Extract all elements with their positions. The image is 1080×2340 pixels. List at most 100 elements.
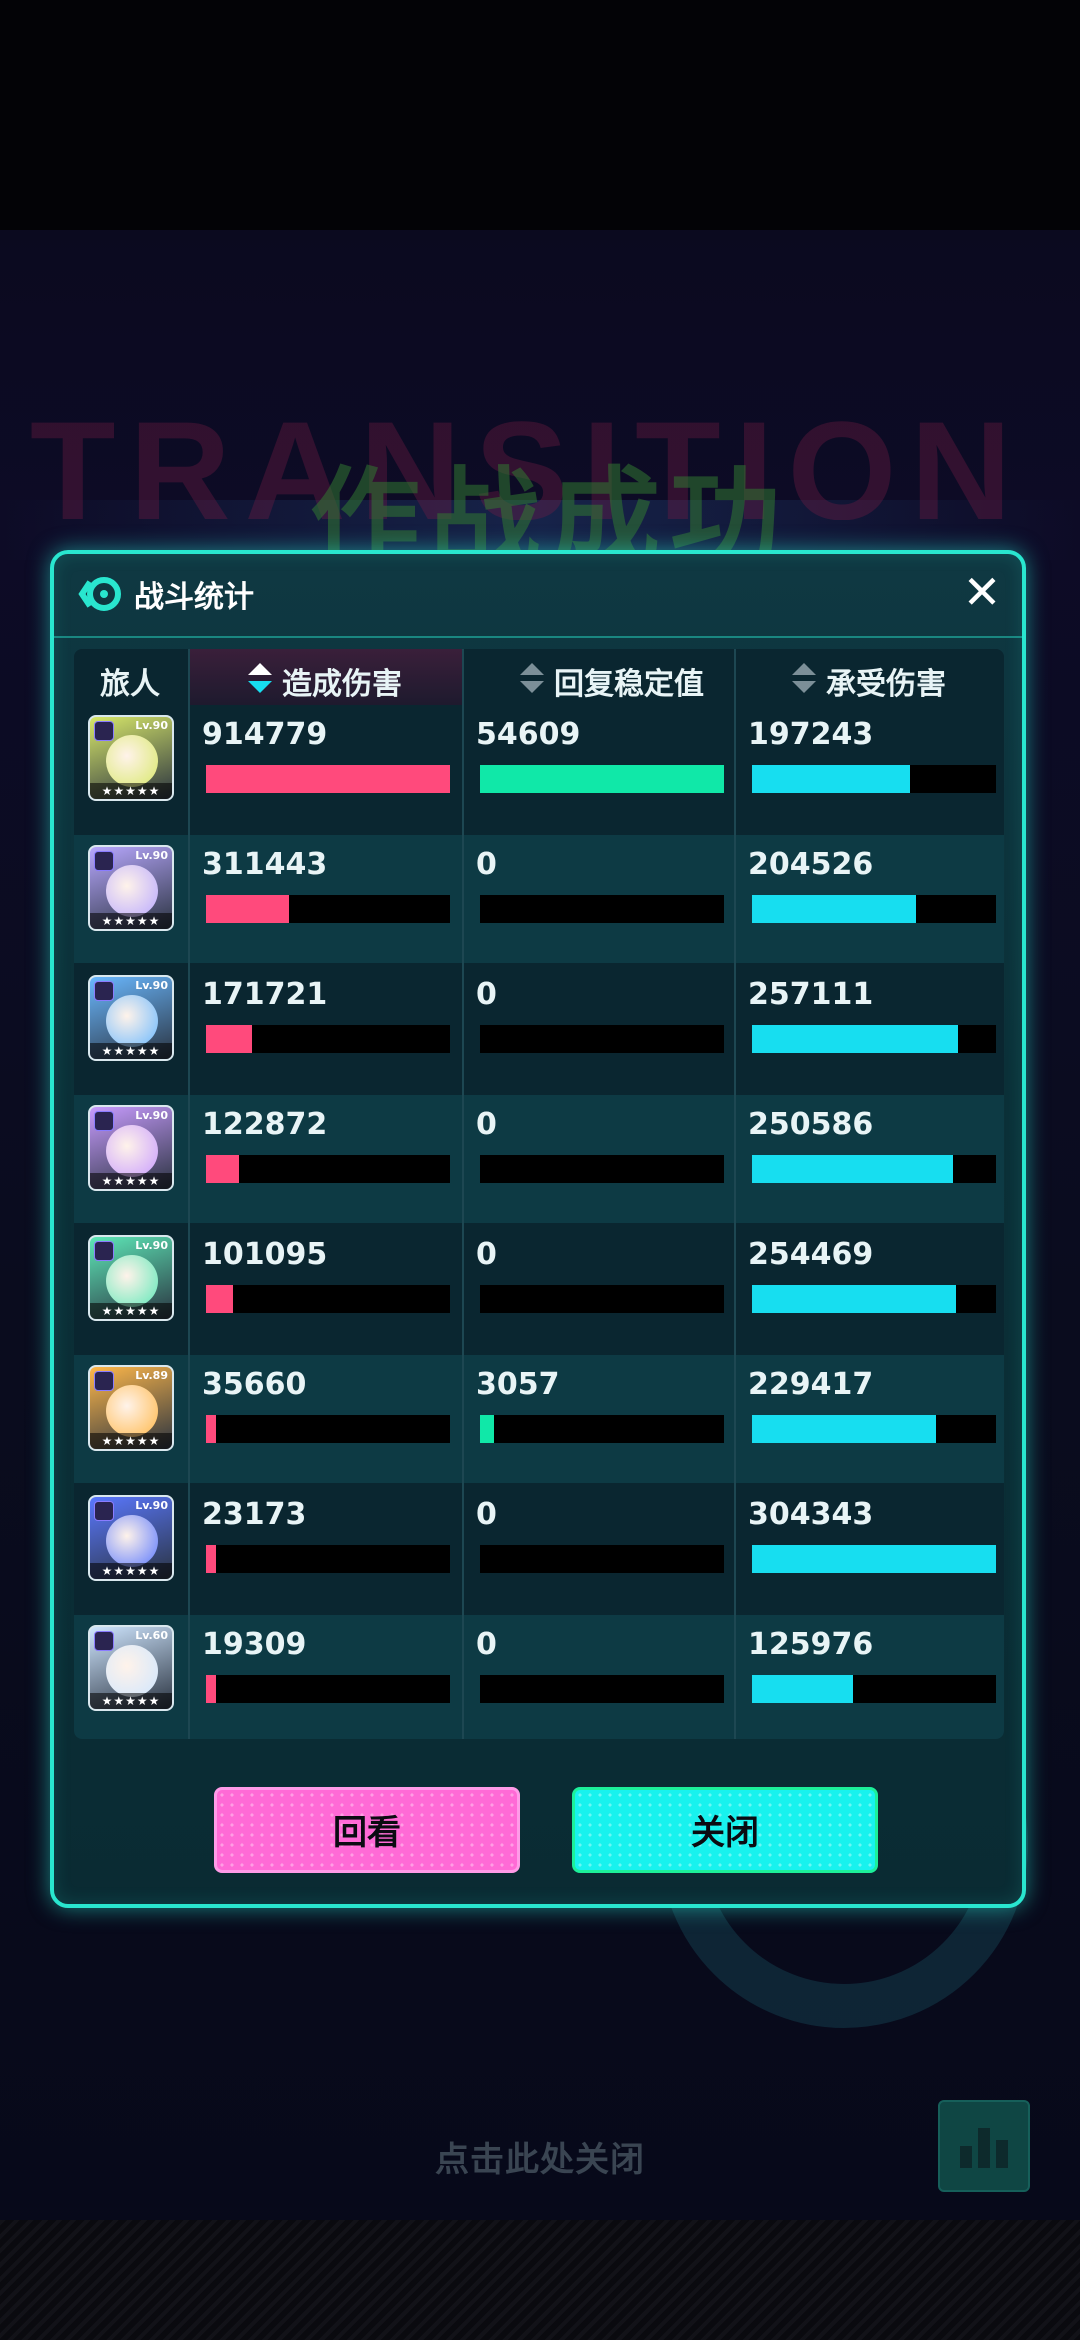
character-portrait	[106, 1255, 158, 1307]
stability-restored-bar-track	[480, 765, 724, 793]
character-level: Lv.90	[135, 979, 168, 992]
stability-restored-bar-track	[480, 1285, 724, 1313]
sort-desc-icon	[248, 663, 272, 693]
damage-dealt-value: 311443	[202, 847, 328, 882]
element-icon	[94, 1111, 114, 1131]
star-rating: ★★★★★	[90, 1563, 172, 1579]
damage-taken-bar-track	[752, 1285, 996, 1313]
damage-taken-bar-track	[752, 1415, 996, 1443]
table-row: Lv.89 ★★★★★ 35660 3057 229417	[74, 1355, 1004, 1483]
bar-chart-icon	[960, 2146, 972, 2168]
stability-restored-bar-fill	[480, 1415, 494, 1443]
damage-dealt-bar-track	[206, 1025, 450, 1053]
damage-dealt-bar-track	[206, 1285, 450, 1313]
damage-taken-value: 257111	[748, 977, 874, 1012]
character-portrait	[106, 1515, 158, 1567]
star-rating: ★★★★★	[90, 913, 172, 929]
stats-table: 旅人 造成伤害 回复稳定值 承受伤害 Lv.90 ★★★★★ 914779 54609…	[74, 649, 1004, 1739]
damage-dealt-bar-fill	[206, 1025, 252, 1053]
header-stability-restored-label: 回复稳定值	[554, 667, 704, 702]
damage-taken-bar-fill	[752, 1675, 853, 1703]
damage-taken-value: 254469	[748, 1237, 874, 1272]
mission-result-title: 作战成功	[310, 456, 790, 584]
stability-restored-value: 0	[476, 1627, 497, 1662]
star-rating: ★★★★★	[90, 783, 172, 799]
damage-taken-bar-fill	[752, 895, 916, 923]
table-row: Lv.90 ★★★★★ 171721 0 257111	[74, 965, 1004, 1093]
header-damage-taken[interactable]: 承受伤害	[736, 649, 1004, 705]
element-icon	[94, 721, 114, 741]
header-damage-dealt-label: 造成伤害	[282, 667, 402, 702]
damage-taken-bar-track	[752, 1675, 996, 1703]
character-avatar[interactable]: Lv.90 ★★★★★	[88, 1105, 174, 1191]
column-divider	[462, 649, 464, 1739]
character-avatar[interactable]: Lv.90 ★★★★★	[88, 1235, 174, 1321]
stats-button[interactable]	[938, 2100, 1030, 2192]
character-portrait	[106, 1645, 158, 1697]
character-level: Lv.90	[135, 1239, 168, 1252]
stability-restored-value: 0	[476, 1237, 497, 1272]
table-row: Lv.90 ★★★★★ 101095 0 254469	[74, 1225, 1004, 1353]
damage-dealt-value: 171721	[202, 977, 328, 1012]
character-portrait	[106, 865, 158, 917]
character-avatar[interactable]: Lv.90 ★★★★★	[88, 845, 174, 931]
tap-to-close-hint[interactable]: 点击此处关闭	[0, 2132, 1080, 2181]
damage-dealt-bar-track	[206, 895, 450, 923]
character-avatar[interactable]: Lv.89 ★★★★★	[88, 1365, 174, 1451]
character-avatar[interactable]: Lv.90 ★★★★★	[88, 1495, 174, 1581]
damage-dealt-bar-fill	[206, 1415, 216, 1443]
character-avatar[interactable]: Lv.90 ★★★★★	[88, 975, 174, 1061]
character-level: Lv.90	[135, 1109, 168, 1122]
table-row: Lv.90 ★★★★★ 311443 0 204526	[74, 835, 1004, 963]
damage-taken-bar-fill	[752, 1025, 958, 1053]
header-stability-restored[interactable]: 回复稳定值	[464, 649, 734, 705]
damage-taken-value: 125976	[748, 1627, 874, 1662]
stability-restored-bar-track	[480, 1025, 724, 1053]
star-rating: ★★★★★	[90, 1433, 172, 1449]
damage-taken-value: 250586	[748, 1107, 874, 1142]
table-row: Lv.90 ★★★★★ 122872 0 250586	[74, 1095, 1004, 1223]
close-button[interactable]: 关闭	[572, 1787, 878, 1873]
sort-icon	[792, 663, 816, 693]
damage-dealt-value: 101095	[202, 1237, 328, 1272]
stability-restored-bar-track	[480, 1155, 724, 1183]
header-traveler-label: 旅人	[100, 667, 160, 702]
character-level: Lv.89	[135, 1369, 168, 1382]
stability-restored-value: 0	[476, 847, 497, 882]
element-icon	[94, 1631, 114, 1651]
damage-taken-bar-fill	[752, 765, 910, 793]
stability-restored-value: 54609	[476, 717, 581, 752]
star-rating: ★★★★★	[90, 1173, 172, 1189]
panel-title: 战斗统计	[134, 580, 254, 615]
damage-taken-value: 204526	[748, 847, 874, 882]
damage-dealt-bar-track	[206, 1545, 450, 1573]
character-avatar[interactable]: Lv.60 ★★★★★	[88, 1625, 174, 1711]
damage-taken-bar-track	[752, 1025, 996, 1053]
element-icon	[94, 1501, 114, 1521]
damage-taken-value: 229417	[748, 1367, 874, 1402]
damage-dealt-bar-fill	[206, 1285, 233, 1313]
bar-chart-icon-bar	[996, 2140, 1008, 2168]
element-icon	[94, 1241, 114, 1261]
star-rating: ★★★★★	[90, 1043, 172, 1059]
character-level: Lv.90	[135, 849, 168, 862]
element-icon	[94, 851, 114, 871]
stability-restored-bar-track	[480, 1415, 724, 1443]
stability-restored-value: 0	[476, 1497, 497, 1532]
damage-taken-value: 197243	[748, 717, 874, 752]
damage-dealt-value: 914779	[202, 717, 328, 752]
damage-taken-bar-fill	[752, 1285, 956, 1313]
damage-dealt-value: 19309	[202, 1627, 307, 1662]
damage-dealt-bar-track	[206, 1155, 450, 1183]
top-bar-background	[0, 0, 1080, 230]
damage-taken-value: 304343	[748, 1497, 874, 1532]
character-avatar[interactable]: Lv.90 ★★★★★	[88, 715, 174, 801]
character-portrait	[106, 735, 158, 787]
damage-taken-bar-track	[752, 1155, 996, 1183]
header-damage-dealt[interactable]: 造成伤害	[190, 649, 462, 705]
close-icon[interactable]: ✕	[954, 564, 1010, 620]
table-row: Lv.90 ★★★★★ 914779 54609 197243	[74, 705, 1004, 833]
replay-button[interactable]: 回看	[214, 1787, 520, 1873]
column-divider	[734, 649, 736, 1739]
stability-restored-bar-track	[480, 1675, 724, 1703]
